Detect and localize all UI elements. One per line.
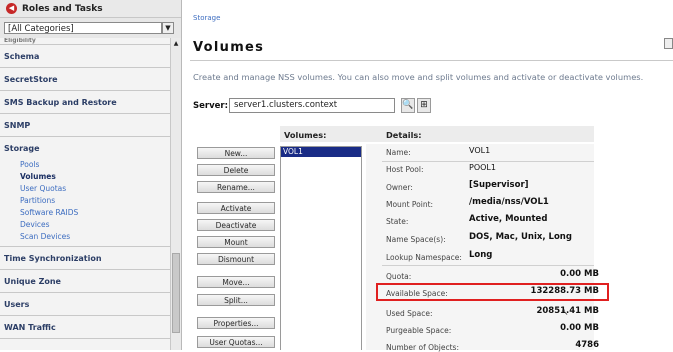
category-unique-zone[interactable]: Unique Zone [0,270,170,293]
title-divider [190,60,673,61]
detail-divider [382,161,594,162]
list-item-vol1[interactable]: VOL1 [281,147,361,157]
task-list: Eligibility Schema SecretStore SMS Backu… [0,38,170,339]
roles-and-tasks-panel: ◀ Roles and Tasks [All Categories] ▼ Eli… [0,0,182,350]
detail-namespace-label: Name Space(s): [386,235,446,244]
category-row: [All Categories] ▼ [0,18,181,39]
category-snmp[interactable]: SNMP [0,114,170,137]
server-label: Server: [193,101,228,111]
storage-item-devices[interactable]: Devices [0,219,170,231]
detail-lookup-label: Lookup Namespace: [386,253,462,262]
detail-objects-label: Number of Objects: [386,343,459,352]
detail-name-value: VOL1 [469,146,491,155]
activate-button[interactable]: Activate [197,202,275,214]
sidebar-scrollbar[interactable]: ▲ [170,38,181,350]
server-input[interactable]: server1.clusters.context [229,98,395,113]
category-schema[interactable]: Schema [0,45,170,68]
deactivate-button[interactable]: Deactivate [197,219,275,231]
storage-item-scan-devices[interactable]: Scan Devices [0,231,170,243]
category-storage[interactable]: Storage [0,137,170,159]
storage-group: Storage Pools Volumes User Quotas Partit… [0,137,170,247]
detail-quota-value: 0.00 MB [560,269,599,279]
delete-button[interactable]: Delete [197,164,275,176]
available-space-highlight [376,283,609,301]
volumes-list[interactable]: VOL1 [280,146,362,350]
volumes-column-header: Volumes: [284,130,327,140]
detail-owner-label: Owner: [386,183,413,192]
storage-item-pools[interactable]: Pools [0,159,170,171]
category-secretstore[interactable]: SecretStore [0,68,170,91]
detail-purgeable-value: 0.00 MB [560,323,599,333]
split-button[interactable]: Split... [197,294,275,306]
scrollbar-thumb[interactable] [172,253,180,333]
details-column-header: Details: [386,130,422,140]
category-time-sync[interactable]: Time Synchronization [0,247,170,270]
scroll-up-icon[interactable]: ▲ [172,40,180,48]
category-select[interactable]: [All Categories] [4,22,162,34]
detail-quota-label: Quota: [386,272,412,281]
roles-tasks-title: Roles and Tasks [22,3,103,14]
detail-mount-label: Mount Point: [386,200,434,209]
new-button[interactable]: New... [197,147,275,159]
roles-tasks-header[interactable]: ◀ Roles and Tasks [0,0,181,18]
mount-button[interactable]: Mount [197,236,275,248]
rename-button[interactable]: Rename... [197,181,275,193]
category-wan-traffic[interactable]: WAN Traffic [0,316,170,339]
detail-pool-value: POOL1 [469,163,496,172]
detail-divider [382,265,594,266]
move-button[interactable]: Move... [197,276,275,288]
column-header-bar [280,126,594,142]
detail-pool-label: Host Pool: [386,165,424,174]
collapse-icon[interactable]: ◀ [6,3,17,14]
details-panel [366,144,594,350]
page-title: Volumes [193,40,265,55]
breadcrumb[interactable]: Storage [193,14,220,22]
user-quotas-button[interactable]: User Quotas... [197,336,275,348]
chevron-down-icon[interactable]: ▼ [162,22,174,34]
storage-item-partitions[interactable]: Partitions [0,195,170,207]
storage-item-user-quotas[interactable]: User Quotas [0,183,170,195]
detail-state-value: Active, Mounted [469,214,548,224]
properties-button[interactable]: Properties... [197,317,275,329]
storage-item-software-raids[interactable]: Software RAIDS [0,207,170,219]
help-icon[interactable] [664,38,673,49]
dismount-button[interactable]: Dismount [197,253,275,265]
detail-purgeable-label: Purgeable Space: [386,326,452,335]
detail-name-label: Name: [386,148,411,157]
detail-mount-value: /media/nss/VOL1 [469,197,549,207]
page-description: Create and manage NSS volumes. You can a… [193,72,644,82]
browse-tree-icon[interactable]: ⊞ [417,98,431,113]
detail-lookup-value: Long [469,250,493,260]
mouse-cursor-icon: ↖ [561,308,569,318]
category-users[interactable]: Users [0,293,170,316]
category-eligibility[interactable]: Eligibility [0,38,170,45]
detail-objects-value: 4786 [575,340,599,350]
detail-namespace-value: DOS, Mac, Unix, Long [469,232,572,242]
storage-item-volumes[interactable]: Volumes [0,171,170,183]
search-icon[interactable]: 🔍 [401,98,415,113]
category-sms-backup[interactable]: SMS Backup and Restore [0,91,170,114]
detail-state-label: State: [386,217,409,226]
detail-owner-value: [Supervisor] [469,180,529,190]
detail-used-label: Used Space: [386,309,433,318]
